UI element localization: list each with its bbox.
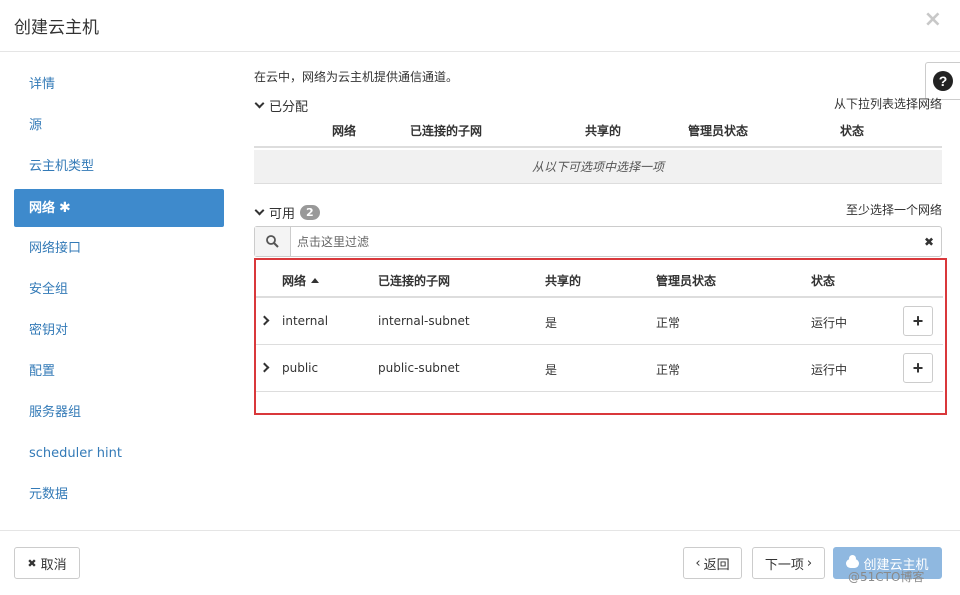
modal-header: 创建云主机 × bbox=[0, 0, 960, 52]
available-highlight-box: 网络 已连接的子网 共享的 管理员状态 状态 internal internal… bbox=[254, 258, 947, 415]
chevron-right-icon[interactable] bbox=[259, 315, 270, 326]
step-description: 在云中，网络为云主机提供通信通道。 bbox=[254, 70, 459, 84]
sidebar-item-label: 密钥对 bbox=[29, 323, 69, 338]
column-header-network[interactable]: 网络 bbox=[282, 272, 320, 289]
chevron-right-icon: › bbox=[806, 555, 813, 571]
sidebar-item-label: scheduler hint bbox=[29, 446, 122, 461]
sidebar-item-label: 源 bbox=[29, 118, 43, 133]
column-header-status[interactable]: 状态 bbox=[840, 122, 864, 139]
sort-ascending-icon bbox=[311, 278, 320, 283]
cell-shared: 是 bbox=[545, 363, 558, 377]
cancel-button[interactable]: ✖ 取消 bbox=[14, 547, 80, 579]
sidebar-item-source[interactable]: 源 bbox=[14, 107, 224, 145]
chevron-down-icon bbox=[254, 98, 265, 109]
clear-filter-icon[interactable]: ✖ bbox=[917, 235, 941, 249]
next-button[interactable]: 下一项 › bbox=[752, 547, 825, 579]
cell-status: 运行中 bbox=[811, 316, 848, 330]
sidebar-item-label: 安全组 bbox=[29, 282, 69, 297]
column-header-shared[interactable]: 共享的 bbox=[585, 122, 621, 139]
sidebar-item-label: 网络接口 bbox=[29, 241, 82, 256]
cell-network: public bbox=[282, 361, 319, 375]
sidebar-item-key-pair[interactable]: 密钥对 bbox=[14, 312, 224, 350]
filter-bar: ✖ bbox=[254, 226, 942, 257]
add-network-button[interactable]: + bbox=[903, 353, 933, 383]
cloud-upload-icon bbox=[846, 554, 860, 568]
cell-admin-state: 正常 bbox=[656, 363, 681, 377]
cell-shared: 是 bbox=[545, 316, 558, 330]
available-label: 可用 bbox=[269, 207, 296, 222]
sidebar-item-label: 服务器组 bbox=[29, 405, 82, 420]
allocated-table-header: 网络 已连接的子网 共享的 管理员状态 状态 bbox=[254, 120, 942, 148]
sidebar-item-metadata[interactable]: 元数据 bbox=[14, 476, 224, 514]
sidebar-item-networks[interactable]: 网络 ✱ bbox=[14, 189, 224, 227]
add-network-button[interactable]: + bbox=[903, 306, 933, 336]
sidebar-item-security-groups[interactable]: 安全组 bbox=[14, 271, 224, 309]
cell-network: internal bbox=[282, 314, 329, 328]
allocated-hint: 从下拉列表选择网络 bbox=[833, 97, 942, 111]
column-header-label: 网络 bbox=[282, 274, 307, 288]
column-header-status[interactable]: 状态 bbox=[811, 272, 835, 289]
column-header-network[interactable]: 网络 bbox=[332, 122, 356, 139]
search-icon bbox=[255, 227, 291, 256]
sidebar-item-scheduler-hint[interactable]: scheduler hint bbox=[14, 435, 224, 473]
available-count-badge: 2 bbox=[300, 205, 320, 220]
available-table-header: 网络 已连接的子网 共享的 管理员状态 状态 bbox=[256, 260, 943, 298]
allocated-label: 已分配 bbox=[269, 100, 309, 115]
close-icon[interactable]: × bbox=[924, 9, 942, 31]
cell-admin-state: 正常 bbox=[656, 316, 681, 330]
cell-status: 运行中 bbox=[811, 363, 848, 377]
cell-subnet: internal-subnet bbox=[378, 314, 470, 328]
allocated-empty-row: 从以下可选项中选择一项 bbox=[254, 150, 942, 184]
chevron-down-icon bbox=[254, 205, 265, 216]
modal-title: 创建云主机 bbox=[14, 18, 99, 38]
cell-subnet: public-subnet bbox=[378, 361, 460, 375]
back-button[interactable]: ‹ 返回 bbox=[683, 547, 742, 579]
watermark: @51CTO博客 bbox=[848, 570, 925, 584]
sidebar-item-configuration[interactable]: 配置 bbox=[14, 353, 224, 391]
chevron-left-icon: ‹ bbox=[695, 555, 701, 571]
sidebar-item-network-ports[interactable]: 网络接口 bbox=[14, 230, 224, 268]
sidebar-item-label: 详情 bbox=[29, 77, 56, 92]
sidebar-item-details[interactable]: 详情 bbox=[14, 66, 224, 104]
chevron-right-icon[interactable] bbox=[259, 362, 270, 373]
next-label: 下一项 bbox=[764, 557, 804, 573]
filter-input[interactable] bbox=[291, 227, 917, 256]
sidebar-item-label: 网络 bbox=[29, 201, 56, 216]
modal-footer: ✖ 取消 ‹ 返回 下一项 › 创建云主机 bbox=[0, 530, 960, 595]
cancel-label: 取消 bbox=[40, 557, 67, 573]
allocated-section-toggle[interactable]: 已分配 bbox=[254, 96, 308, 115]
available-section-toggle[interactable]: 可用 2 bbox=[254, 203, 320, 222]
sidebar-item-label: 元数据 bbox=[29, 487, 69, 502]
close-icon: ✖ bbox=[27, 556, 37, 570]
column-header-admin-state[interactable]: 管理员状态 bbox=[656, 272, 716, 289]
column-header-subnets[interactable]: 已连接的子网 bbox=[410, 122, 482, 139]
column-header-admin-state[interactable]: 管理员状态 bbox=[688, 122, 748, 139]
column-header-shared[interactable]: 共享的 bbox=[545, 272, 581, 289]
sidebar-item-label: 配置 bbox=[29, 364, 56, 379]
sidebar-item-label: 云主机类型 bbox=[29, 159, 95, 174]
question-icon: ? bbox=[933, 71, 953, 91]
sidebar-item-flavor[interactable]: 云主机类型 bbox=[14, 148, 224, 186]
required-star-icon: ✱ bbox=[59, 200, 71, 216]
table-row: internal internal-subnet 是 正常 运行中 + bbox=[256, 298, 943, 345]
available-hint: 至少选择一个网络 bbox=[845, 203, 942, 217]
table-row: public public-subnet 是 正常 运行中 + bbox=[256, 345, 943, 392]
wizard-sidebar: 详情 源 云主机类型 网络 ✱ 网络接口 安全组 密钥对 配置 服务器组 sche… bbox=[14, 66, 224, 517]
sidebar-item-server-groups[interactable]: 服务器组 bbox=[14, 394, 224, 432]
available-table: 网络 已连接的子网 共享的 管理员状态 状态 internal internal… bbox=[256, 260, 943, 392]
back-label: 返回 bbox=[703, 557, 730, 573]
column-header-subnets[interactable]: 已连接的子网 bbox=[378, 272, 450, 289]
